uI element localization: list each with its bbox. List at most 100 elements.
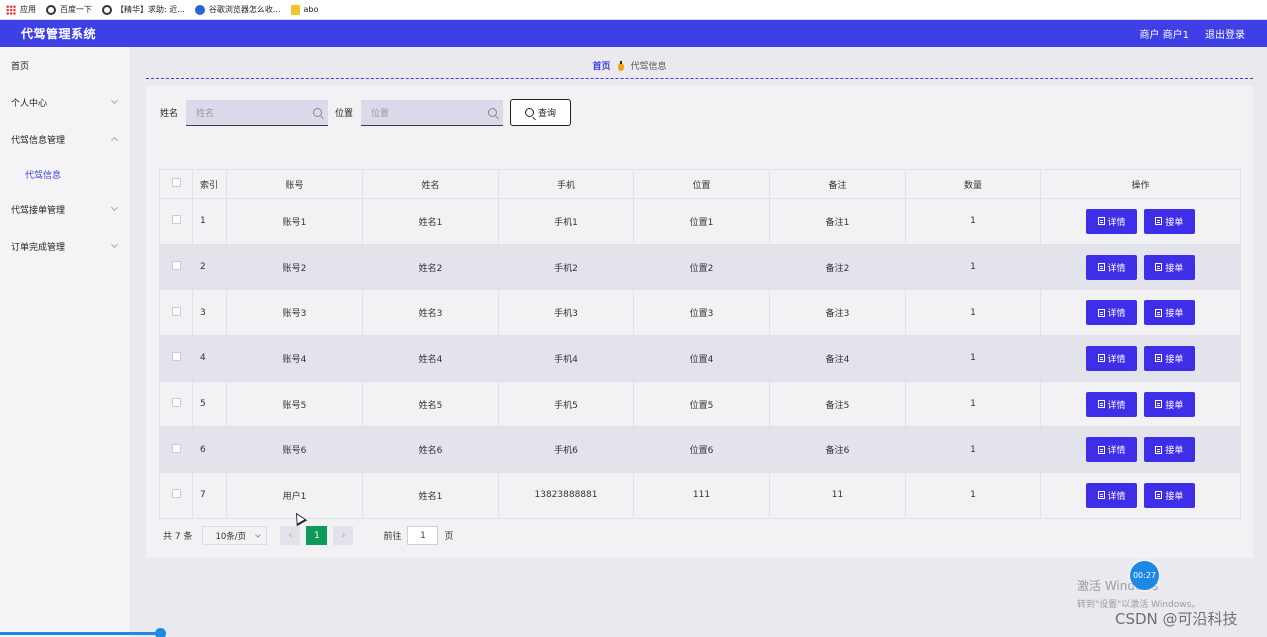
folder-icon — [290, 4, 300, 15]
bookmark-label: 百度一下 — [60, 5, 92, 14]
accept-order-button[interactable]: 接单 — [1143, 208, 1195, 234]
column-header: 索引 — [192, 169, 227, 199]
query-button-label: 查询 — [538, 109, 557, 119]
bookmark-help[interactable]: 【精华】求助: 近... — [102, 4, 185, 15]
cell-phone: 手机2 — [498, 243, 634, 291]
cell-account: 账号4 — [226, 335, 363, 382]
sidebar-item-driver-info-mgmt[interactable]: 代驾信息管理 — [0, 121, 130, 158]
bookmark-apps[interactable]: 应用 — [6, 4, 36, 15]
detail-button[interactable]: 详情 — [1086, 437, 1138, 463]
prev-page-button[interactable]: ‹ — [280, 526, 301, 545]
cell-qty: 1 — [905, 426, 1041, 474]
accept-order-button[interactable]: 接单 — [1143, 391, 1195, 417]
name-placeholder: 姓名 — [196, 108, 215, 119]
sidebar-subitem-driver-info[interactable]: 代驾信息 — [0, 158, 130, 191]
cell-phone: 手机6 — [498, 426, 634, 474]
bookmarks-bar: 应用 百度一下 【精华】求助: 近... 谷歌浏览器怎么收... abo — [0, 0, 1267, 20]
cell-phone: 手机5 — [498, 380, 634, 428]
sidebar-item-order-complete-mgmt[interactable]: 订单完成管理 — [0, 228, 130, 265]
detail-button-label: 详情 — [1107, 446, 1126, 457]
accept-order-button[interactable]: 接单 — [1143, 300, 1195, 326]
breadcrumb-home[interactable]: 首页 — [592, 59, 610, 72]
document-icon — [1155, 491, 1163, 500]
goto-page-input[interactable]: 1 — [407, 526, 439, 545]
name-search-input[interactable]: 姓名 — [186, 99, 329, 126]
location-label: 位置 — [335, 109, 354, 119]
document-icon — [1097, 400, 1105, 409]
cell-account: 账号1 — [226, 198, 363, 245]
bookmark-abo[interactable]: abo — [290, 4, 318, 15]
next-page-button[interactable]: › — [333, 526, 354, 545]
sidebar-item-home[interactable]: 首页 — [0, 47, 130, 84]
row-checkbox[interactable] — [171, 261, 181, 271]
bookmark-chrome[interactable]: 谷歌浏览器怎么收... — [194, 4, 281, 15]
detail-button[interactable]: 详情 — [1086, 254, 1138, 280]
app-title: 代驾管理系统 — [21, 27, 97, 41]
detail-button[interactable]: 详情 — [1086, 208, 1138, 234]
globe-icon — [46, 4, 56, 15]
document-icon — [1097, 263, 1105, 272]
cell-location: 位置3 — [633, 289, 770, 337]
bookmark-label: 应用 — [20, 5, 36, 14]
accept-order-button[interactable]: 接单 — [1143, 437, 1195, 463]
row-checkbox[interactable] — [171, 443, 181, 453]
select-all-checkbox[interactable] — [171, 178, 181, 187]
row-select-cell — [159, 380, 193, 428]
cell-note: 备注6 — [769, 426, 906, 474]
cell-location: 位置2 — [633, 243, 770, 291]
sidebar-item-personal-center[interactable]: 个人中心 — [0, 84, 130, 121]
app-header: 代驾管理系统 商户 商户1 退出登录 — [0, 20, 1267, 47]
cell-actions: 详情 接单 — [1040, 198, 1241, 245]
detail-button[interactable]: 详情 — [1086, 300, 1138, 326]
accept-order-button[interactable]: 接单 — [1143, 345, 1195, 371]
accept-order-button[interactable]: 接单 — [1143, 254, 1195, 280]
cell-qty: 1 — [905, 380, 1041, 428]
bookmark-label: 谷歌浏览器怎么收... — [208, 5, 281, 14]
page-size-select[interactable]: 10条/页 — [202, 526, 268, 545]
row-select-cell — [159, 335, 193, 382]
goto-suffix: 页 — [444, 532, 454, 542]
row-checkbox[interactable] — [171, 215, 181, 225]
row-select-cell — [159, 243, 193, 291]
cell-name: 姓名3 — [362, 289, 499, 337]
document-icon — [1155, 217, 1163, 226]
detail-button-label: 详情 — [1107, 217, 1126, 228]
cell-location: 111 — [633, 472, 770, 519]
cell-qty: 1 — [905, 289, 1041, 337]
row-checkbox[interactable] — [171, 352, 181, 362]
row-checkbox[interactable] — [171, 398, 181, 408]
table-row: 1 账号1 姓名1 手机1 位置1 备注1 1 详情 接单 — [159, 198, 1241, 245]
cell-note: 备注3 — [769, 289, 906, 337]
query-button[interactable]: 查询 — [510, 99, 572, 126]
cell-location: 位置6 — [633, 426, 770, 474]
goto-label: 前往 — [383, 532, 402, 542]
page-number-button[interactable]: 1 — [306, 526, 328, 545]
row-checkbox[interactable] — [171, 489, 181, 499]
location-search-input[interactable]: 位置 — [361, 99, 504, 126]
user-name[interactable]: 商户 商户1 — [1139, 26, 1189, 41]
column-header: 位置 — [633, 169, 770, 199]
cell-account: 账号2 — [226, 243, 363, 291]
detail-button[interactable]: 详情 — [1086, 345, 1138, 371]
logout-link[interactable]: 退出登录 — [1205, 26, 1245, 41]
document-icon — [1155, 354, 1163, 363]
total-count: 共 7 条 — [163, 532, 193, 542]
row-select-cell — [159, 289, 193, 337]
cell-qty: 1 — [905, 243, 1041, 291]
cell-location: 位置1 — [633, 198, 770, 245]
detail-button-label: 详情 — [1107, 354, 1126, 365]
chevron-down-icon — [110, 203, 119, 212]
video-progress-bar[interactable] — [0, 632, 160, 635]
sidebar-item-order-accept-mgmt[interactable]: 代驾接单管理 — [0, 191, 130, 228]
row-checkbox[interactable] — [171, 306, 181, 316]
cell-phone: 手机4 — [498, 335, 634, 382]
progress-handle[interactable] — [155, 628, 166, 637]
bookmark-baidu[interactable]: 百度一下 — [46, 4, 92, 15]
detail-button[interactable]: 详情 — [1086, 391, 1138, 417]
pagination: 共 7 条 10条/页 ‹ 1 › 前往 1 页 — [163, 526, 453, 545]
apps-grid-icon — [6, 4, 16, 15]
detail-button[interactable]: 详情 — [1086, 482, 1138, 508]
accept-order-button[interactable]: 接单 — [1143, 482, 1195, 508]
cell-index: 4 — [192, 335, 227, 382]
table-row: 7 用户1 姓名1 13823888881 111 11 1 详情 接单 — [159, 472, 1241, 519]
